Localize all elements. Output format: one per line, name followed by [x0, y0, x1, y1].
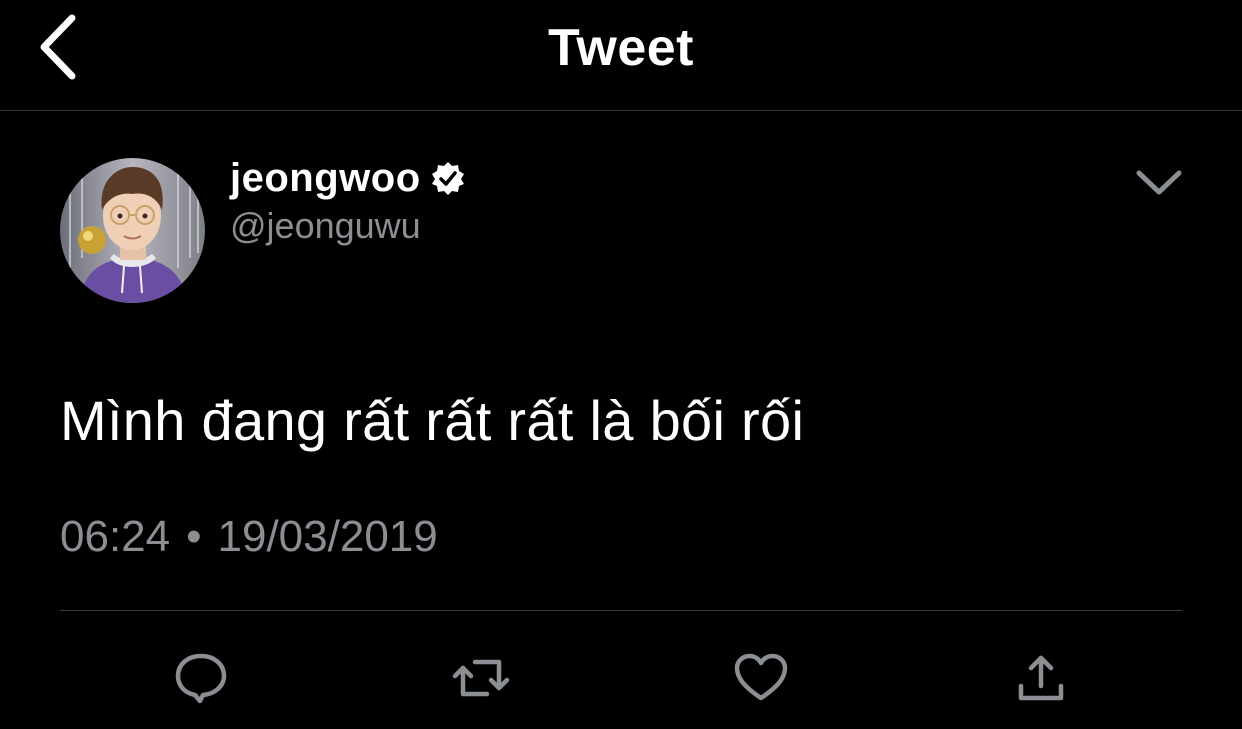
avatar[interactable]: [60, 158, 205, 303]
page-title: Tweet: [547, 19, 694, 77]
reply-button[interactable]: [171, 648, 231, 708]
author-name-row: jeongwoo: [230, 150, 465, 206]
avatar-photo: [60, 158, 205, 303]
chevron-down-icon: [1136, 170, 1182, 195]
timestamp-separator: •: [186, 512, 202, 561]
tweet-time: 06:24: [60, 512, 171, 561]
user-handle[interactable]: @jeonguwu: [230, 205, 421, 247]
share-icon: [1018, 655, 1064, 701]
verified-badge-icon: [431, 161, 465, 195]
retweet-button[interactable]: [451, 648, 511, 708]
share-button[interactable]: [1011, 648, 1071, 708]
display-name[interactable]: jeongwoo: [230, 156, 421, 201]
divider: [60, 610, 1182, 611]
retweet-icon: [452, 659, 510, 697]
like-button[interactable]: [731, 648, 791, 708]
tweet-date: 19/03/2019: [217, 512, 438, 561]
tweet-timestamp: 06:24 • 19/03/2019: [60, 512, 438, 562]
more-options-button[interactable]: [1128, 158, 1190, 208]
heart-icon: [734, 653, 788, 701]
tweet-text: Mình đang rất rất rất là bối rối: [60, 389, 805, 452]
top-bar: Tweet: [0, 0, 1242, 111]
reply-icon: [175, 653, 227, 704]
